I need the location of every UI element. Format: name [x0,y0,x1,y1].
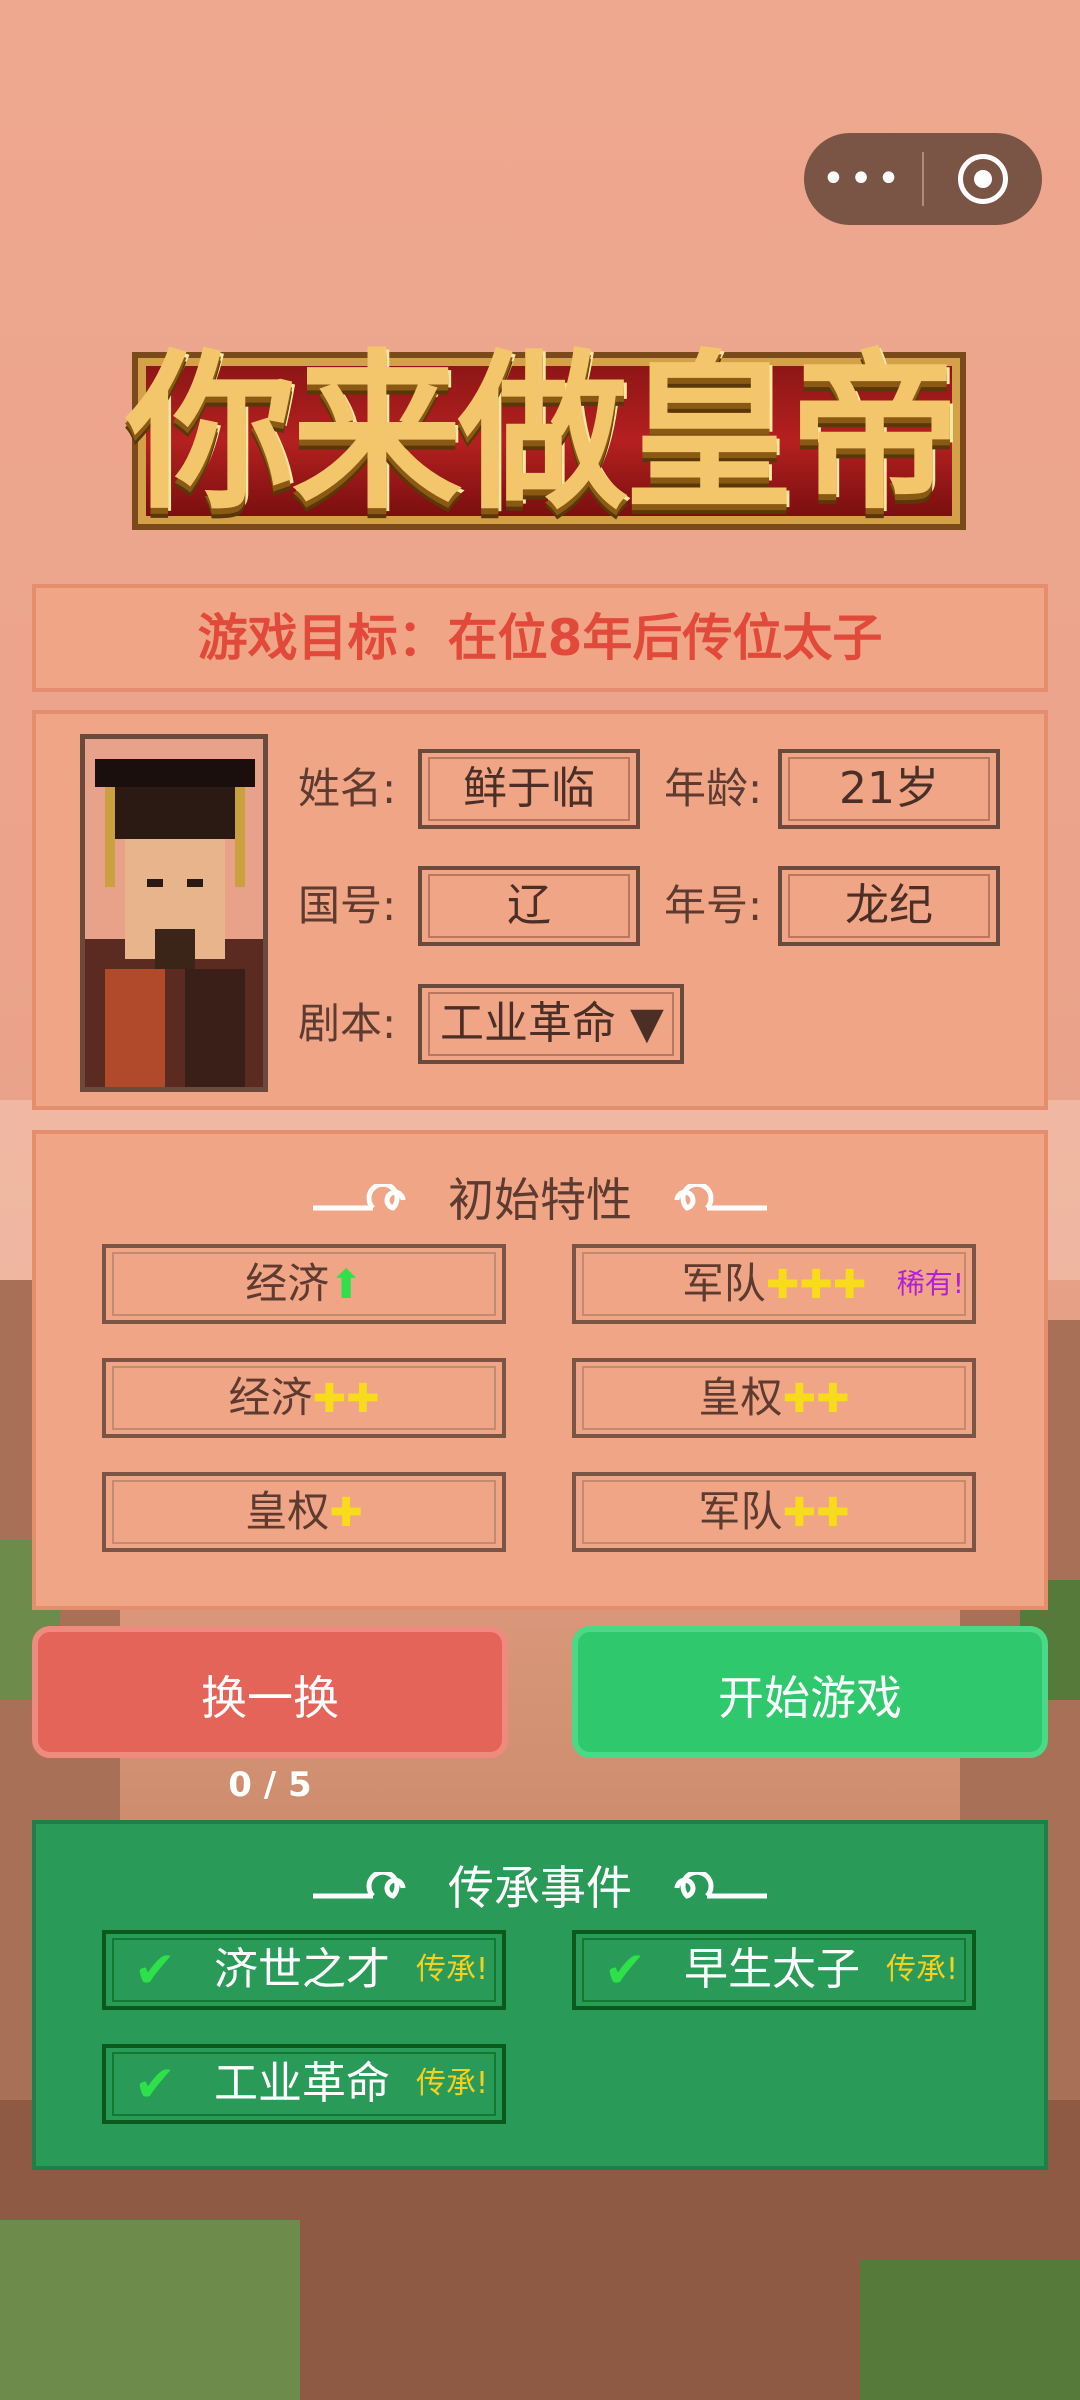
trait-name: 经济 [228,1373,313,1422]
cloud-swirl-right-icon [674,1183,767,1211]
game-title-banner: 你来做皇帝 [118,318,964,548]
character-panel: 姓名: 鲜于临 年龄: 21岁 国号: 辽 年号: 龙纪 剧本: 工业革命 ▼ [32,710,1048,1110]
emperor-avatar-icon [85,739,263,1087]
trait-item: 经济⬆ [102,1244,506,1324]
trait-name: 军队 [681,1259,766,1308]
cloud-swirl-right-icon [674,1871,767,1899]
trait-item: 皇权✚ [102,1472,506,1552]
up-arrow-icon: ⬆ [329,1262,363,1308]
country-field: 辽 [418,866,640,946]
age-label: 年龄: [664,764,763,813]
emperor-portrait [80,734,268,1092]
legacy-events-panel: 传承事件 ✔ 济世之才 传承! ✔ 早生太子 传承! ✔ 工业革命 传承! [32,1820,1048,2170]
swap-button[interactable]: 换一换 [32,1626,508,1758]
name-label: 姓名: [298,764,397,813]
traits-heading-row: 初始特性 [36,1164,1044,1230]
legacy-heading-row: 传承事件 [36,1852,1044,1918]
legacy-heading: 传承事件 [448,1861,632,1915]
traits-heading: 初始特性 [448,1173,632,1227]
age-field: 21岁 [778,749,1000,829]
checkmark-icon: ✔ [134,2055,176,2113]
game-title: 你来做皇帝 [125,333,960,533]
legacy-tag: 传承! [415,2066,488,2101]
country-label: 国号: [298,881,397,930]
legacy-name: 济世之才 [214,1944,390,1995]
swap-counter: 0 / 5 [228,1765,312,1805]
legacy-tag: 传承! [885,1952,958,1987]
mini-program-capsule: ••• [804,133,1042,225]
more-menu-icon[interactable]: ••• [804,133,922,225]
trait-name: 军队 [698,1487,783,1536]
legacy-name: 工业革命 [214,2058,390,2109]
plus-icon: ✚✚ [782,1376,850,1422]
plus-icon: ✚✚✚ [765,1262,867,1308]
script-dropdown[interactable]: 工业革命 ▼ [418,984,684,1064]
close-target-button[interactable] [924,154,1042,204]
trait-item: 经济✚✚ [102,1358,506,1438]
plus-icon: ✚✚ [782,1490,850,1536]
legacy-item[interactable]: ✔ 工业革命 传承! [102,2044,506,2124]
legacy-tag: 传承! [415,1952,488,1987]
trait-name: 经济 [245,1259,330,1308]
goal-text: 游戏目标：在位8年后传位太子 [197,609,883,667]
legacy-item[interactable]: ✔ 济世之才 传承! [102,1930,506,2010]
era-field: 龙纪 [778,866,1000,946]
trait-item: 军队✚✚ [572,1472,976,1552]
traits-panel: 初始特性 经济⬆ 军队✚✚✚ 稀有! 经济✚✚ 皇权✚✚ 皇权✚ 军队✚✚ [32,1130,1048,1610]
start-game-button[interactable]: 开始游戏 [572,1626,1048,1758]
target-icon [958,154,1008,204]
rare-badge: 稀有! [896,1267,964,1300]
trait-item: 皇权✚✚ [572,1358,976,1438]
checkmark-icon: ✔ [134,1941,176,1999]
script-label: 剧本: [298,999,397,1048]
goal-panel: 游戏目标：在位8年后传位太子 [32,584,1048,692]
legacy-name: 早生太子 [684,1944,860,1995]
cloud-swirl-left-icon [313,1871,406,1899]
legacy-item[interactable]: ✔ 早生太子 传承! [572,1930,976,2010]
checkmark-icon: ✔ [604,1941,646,1999]
trait-name: 皇权 [698,1373,783,1422]
era-label: 年号: [664,881,763,930]
plus-icon: ✚ [329,1490,363,1536]
plus-icon: ✚✚ [312,1376,380,1422]
name-field: 鲜于临 [418,749,640,829]
cloud-swirl-left-icon [313,1183,406,1211]
trait-item: 军队✚✚✚ 稀有! [572,1244,976,1324]
trait-name: 皇权 [245,1487,330,1536]
